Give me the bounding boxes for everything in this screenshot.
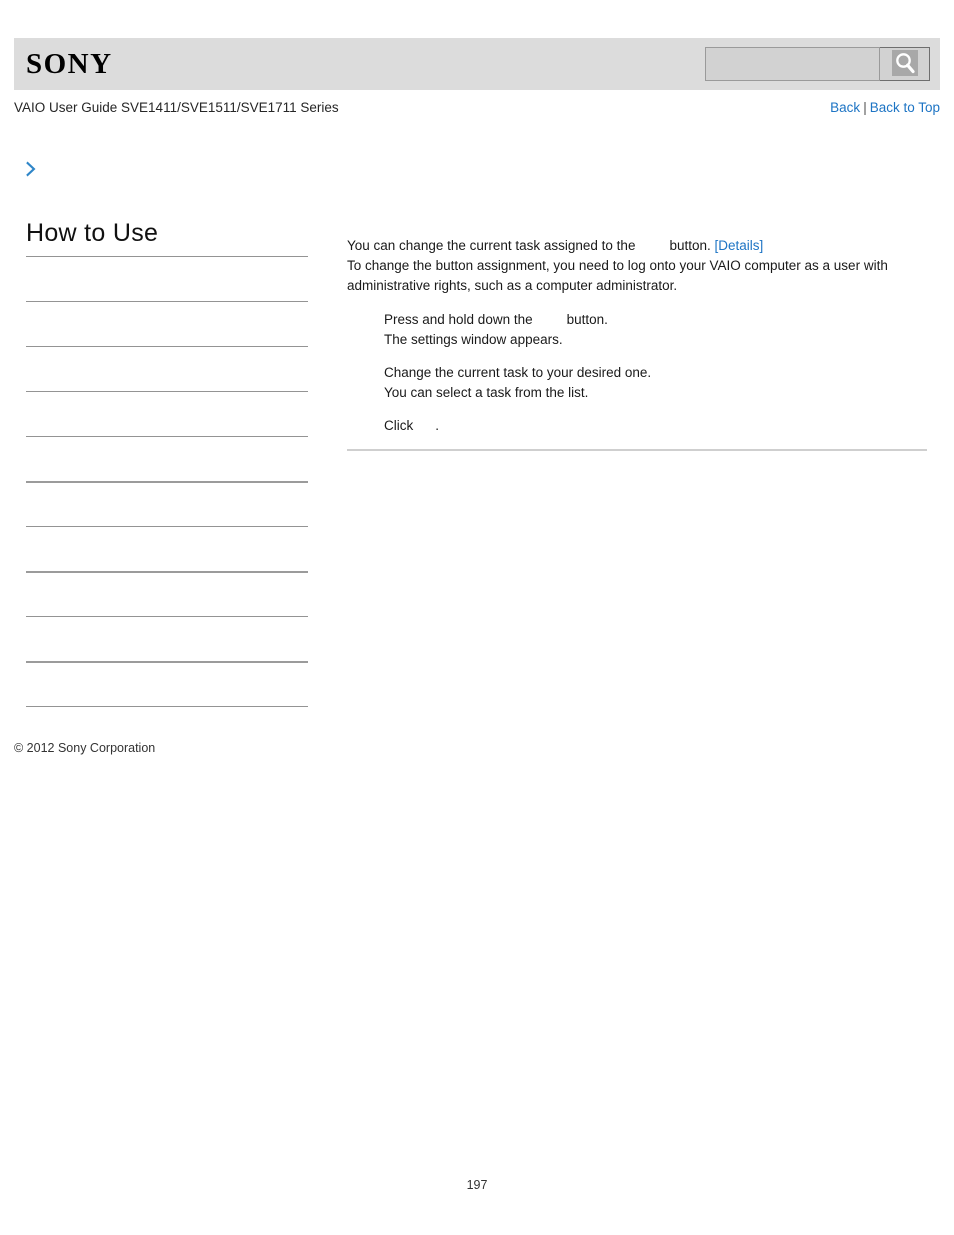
back-to-top-link[interactable]: Back to Top [870, 100, 940, 115]
sidebar-item-9[interactable] [26, 661, 308, 706]
search-icon [891, 49, 918, 79]
sidebar-item-6[interactable] [26, 526, 308, 571]
sidebar-heading: How to Use [26, 219, 159, 247]
intro-line1-part-a: You can change the current task assigned… [347, 238, 636, 253]
sidebar: How to Use [26, 218, 308, 751]
sidebar-item-1[interactable] [26, 301, 308, 346]
chevron-right-icon [24, 160, 40, 183]
copyright-notice: © 2012 Sony Corporation [14, 741, 156, 755]
step-1-text-a: Press and hold down the [384, 312, 533, 327]
search-area [705, 47, 930, 81]
steps-list: Press and hold down the button. The setti… [347, 310, 927, 436]
nav-separator: | [863, 100, 867, 115]
sidebar-item-7[interactable] [26, 571, 308, 616]
sony-logo: SONY [26, 48, 113, 80]
content-divider [347, 449, 927, 451]
step-item-2: Change the current task to your desired … [384, 363, 927, 403]
sidebar-item-4[interactable] [26, 436, 308, 481]
search-input[interactable] [705, 47, 880, 81]
step-1-subtext: The settings window appears. [384, 332, 563, 347]
step-3-text-a: Click [384, 418, 414, 433]
sidebar-nav-list [26, 256, 308, 751]
step-2-subtext: You can select a task from the list. [384, 385, 589, 400]
search-button[interactable] [880, 47, 930, 81]
back-link[interactable]: Back [830, 100, 860, 115]
site-header: SONY [14, 38, 940, 90]
sub-header: VAIO User Guide SVE1411/SVE1511/SVE1711 … [14, 100, 940, 122]
page-number: 197 [466, 1178, 488, 1192]
sidebar-item-5[interactable] [26, 481, 308, 526]
step-item-3: Click. [384, 416, 927, 436]
intro-line2: To change the button assignment, you nee… [347, 258, 888, 293]
details-link[interactable]: [Details] [715, 238, 764, 253]
guide-title: VAIO User Guide SVE1411/SVE1511/SVE1711 … [14, 100, 339, 115]
document-page: SONY VAIO User Guide SVE1411/SVE1511/SVE… [0, 0, 954, 1235]
step-2-text-a: Change the current task to your desired … [384, 365, 652, 380]
sidebar-item-2[interactable] [26, 346, 308, 391]
step-3-text-b: . [435, 418, 440, 433]
breadcrumb[interactable] [24, 160, 46, 182]
step-1-text-b: button. [566, 312, 608, 327]
sidebar-item-3[interactable] [26, 391, 308, 436]
step-item-1: Press and hold down the button. The setti… [384, 310, 927, 350]
intro-paragraph: You can change the current task assigned… [347, 236, 927, 296]
sidebar-item-8[interactable] [26, 616, 308, 661]
intro-line1-part-b: button. [669, 238, 711, 253]
main-content: You can change the current task assigned… [347, 236, 927, 451]
sidebar-item-0[interactable] [26, 256, 308, 301]
header-nav-links: Back | Back to Top [830, 100, 940, 115]
